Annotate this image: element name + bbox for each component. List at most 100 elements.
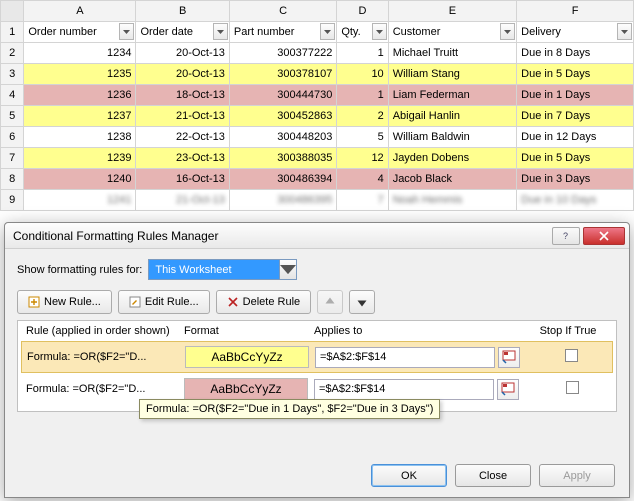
cell[interactable]: 20-Oct-13 [136, 43, 229, 64]
col-header[interactable]: E [388, 1, 516, 22]
range-selector-icon[interactable] [498, 347, 520, 368]
row-header[interactable]: 2 [1, 43, 24, 64]
cell[interactable]: 300378107 [229, 64, 336, 85]
delete-rule-button[interactable]: Delete Rule [216, 290, 311, 314]
filter-dropdown-icon[interactable] [617, 23, 632, 40]
cell[interactable]: 1235 [24, 64, 136, 85]
cell[interactable]: 1 [337, 85, 388, 106]
show-rules-dropdown[interactable]: This Worksheet [148, 259, 297, 280]
cell[interactable]: Delivery [517, 22, 634, 43]
cell[interactable]: Abigail Hanlin [388, 106, 516, 127]
select-all-corner[interactable] [1, 1, 24, 22]
cell[interactable]: Part number [229, 22, 336, 43]
cell[interactable]: 1234 [24, 43, 136, 64]
cell[interactable]: 300448203 [229, 127, 336, 148]
ok-button[interactable]: OK [371, 464, 447, 487]
cell[interactable]: 2 [337, 106, 388, 127]
cell[interactable]: Customer [388, 22, 516, 43]
row-header[interactable]: 1 [1, 22, 24, 43]
cell[interactable]: 18-Oct-13 [136, 85, 229, 106]
cell[interactable]: 300444730 [229, 85, 336, 106]
cell[interactable]: Order date [136, 22, 229, 43]
applies-to-input[interactable] [314, 379, 494, 400]
col-header[interactable]: B [136, 1, 229, 22]
cell[interactable]: 21-Oct-13 [136, 106, 229, 127]
cell[interactable]: 300452863 [229, 106, 336, 127]
cell[interactable]: 1240 [24, 169, 136, 190]
move-down-button[interactable] [349, 290, 375, 314]
col-header[interactable]: D [337, 1, 388, 22]
cell[interactable]: 21-Oct-13 [136, 190, 229, 211]
col-format-label: Format [184, 325, 314, 337]
cell[interactable]: Qty. [337, 22, 388, 43]
col-header[interactable]: A [24, 1, 136, 22]
filter-dropdown-icon[interactable] [119, 23, 134, 40]
cell[interactable]: 1241 [24, 190, 136, 211]
close-button[interactable]: Close [455, 464, 531, 487]
cell[interactable]: 1238 [24, 127, 136, 148]
row-header[interactable]: 5 [1, 106, 24, 127]
col-applies-label: Applies to [314, 325, 528, 337]
cell[interactable]: 1237 [24, 106, 136, 127]
help-button[interactable]: ? [552, 227, 580, 245]
row-header[interactable]: 7 [1, 148, 24, 169]
stop-if-true-checkbox[interactable] [565, 349, 578, 362]
cell[interactable]: William Stang [388, 64, 516, 85]
filter-dropdown-icon[interactable] [213, 23, 228, 40]
cell[interactable]: Due in 12 Days [517, 127, 634, 148]
cell[interactable]: 10 [337, 64, 388, 85]
spreadsheet-grid[interactable]: A B C D E F 1 Order number Order date Pa… [0, 0, 634, 211]
cell[interactable]: Jacob Black [388, 169, 516, 190]
row-header[interactable]: 4 [1, 85, 24, 106]
cell[interactable]: 300486395 [229, 190, 336, 211]
row-header[interactable]: 9 [1, 190, 24, 211]
cell[interactable]: 300377222 [229, 43, 336, 64]
filter-dropdown-icon[interactable] [372, 23, 387, 40]
col-header[interactable]: F [517, 1, 634, 22]
cell[interactable]: 4 [337, 169, 388, 190]
cell[interactable]: Jayden Dobens [388, 148, 516, 169]
cell[interactable]: Liam Federman [388, 85, 516, 106]
cell[interactable]: 1 [337, 43, 388, 64]
cell[interactable]: 5 [337, 127, 388, 148]
rule-row[interactable]: Formula: =OR($F2="D...AaBbCcYyZz [21, 341, 613, 373]
filter-dropdown-icon[interactable] [500, 23, 515, 40]
cell[interactable]: William Baldwin [388, 127, 516, 148]
row-header[interactable]: 6 [1, 127, 24, 148]
chevron-down-icon[interactable] [279, 260, 296, 279]
cell[interactable]: Due in 3 Days [517, 169, 634, 190]
col-header[interactable]: C [229, 1, 336, 22]
close-icon[interactable] [583, 227, 625, 245]
move-up-button[interactable] [317, 290, 343, 314]
cell[interactable]: Order number [24, 22, 136, 43]
cell[interactable]: 1239 [24, 148, 136, 169]
cell[interactable]: 23-Oct-13 [136, 148, 229, 169]
edit-rule-button[interactable]: Edit Rule... [118, 290, 210, 314]
stop-if-true-checkbox[interactable] [566, 381, 579, 394]
range-selector-icon[interactable] [497, 379, 519, 400]
new-rule-button[interactable]: New Rule... [17, 290, 112, 314]
conditional-formatting-dialog: Conditional Formatting Rules Manager ? S… [4, 222, 630, 498]
cell[interactable]: Michael Truitt [388, 43, 516, 64]
cell[interactable]: Due in 8 Days [517, 43, 634, 64]
cell[interactable]: 300388035 [229, 148, 336, 169]
cell[interactable]: Due in 5 Days [517, 148, 634, 169]
cell[interactable]: Noah Hemmis [388, 190, 516, 211]
dialog-titlebar[interactable]: Conditional Formatting Rules Manager ? [5, 223, 629, 249]
filter-dropdown-icon[interactable] [320, 23, 335, 40]
cell[interactable]: Due in 10 Days [517, 190, 634, 211]
apply-button[interactable]: Apply [539, 464, 615, 487]
cell[interactable]: Due in 5 Days [517, 64, 634, 85]
cell[interactable]: Due in 1 Days [517, 85, 634, 106]
cell[interactable]: 1236 [24, 85, 136, 106]
cell[interactable]: Due in 7 Days [517, 106, 634, 127]
cell[interactable]: 12 [337, 148, 388, 169]
row-header[interactable]: 3 [1, 64, 24, 85]
cell[interactable]: 22-Oct-13 [136, 127, 229, 148]
applies-to-input[interactable] [315, 347, 495, 368]
row-header[interactable]: 8 [1, 169, 24, 190]
cell[interactable]: 20-Oct-13 [136, 64, 229, 85]
cell[interactable]: 16-Oct-13 [136, 169, 229, 190]
cell[interactable]: 7 [337, 190, 388, 211]
cell[interactable]: 300486394 [229, 169, 336, 190]
